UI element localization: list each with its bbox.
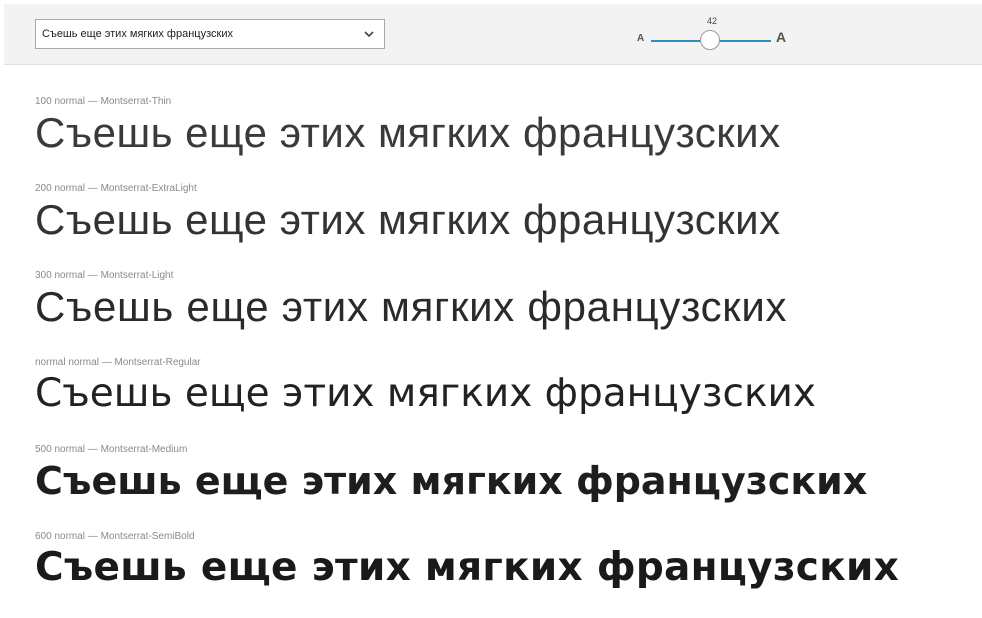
specimen-meta: 100 normal — Montserrat-Thin xyxy=(35,96,172,107)
specimen-row: 300 normal — Montserrat-Light Съешь еще … xyxy=(35,270,975,357)
specimen-row: 500 normal — Montserrat-Medium Съешь еще… xyxy=(35,444,975,531)
font-size-readout: 42 xyxy=(706,16,717,26)
specimen-row: normal normal — Montserrat-Regular Съешь… xyxy=(35,357,975,444)
specimen-row: 600 normal — Montserrat-SemiBold Съешь е… xyxy=(35,531,975,618)
specimen-sample: Съешь еще этих мягких французских xyxy=(35,109,781,156)
toolbar: Съешь еще этих мягких французских 42 A A xyxy=(4,4,982,65)
window-edge xyxy=(0,0,4,611)
slider-thumb[interactable] xyxy=(700,30,720,50)
specimen-sample: Съешь еще этих мягких французских xyxy=(35,545,900,590)
specimen-row: 200 normal — Montserrat-ExtraLight Съешь… xyxy=(35,183,975,270)
specimen-row: 100 normal — Montserrat-Thin Съешь еще э… xyxy=(35,96,975,183)
small-a-label: A xyxy=(637,33,645,44)
sample-text-select[interactable]: Съешь еще этих мягких французских xyxy=(35,19,385,49)
large-a-label: A xyxy=(776,29,787,45)
specimen-meta: 200 normal — Montserrat-ExtraLight xyxy=(35,183,197,194)
specimen-sample: Съешь еще этих мягких французских xyxy=(35,459,868,503)
specimen-meta: 300 normal — Montserrat-Light xyxy=(35,270,174,281)
specimen-sample: Съешь еще этих мягких французских xyxy=(35,196,781,243)
specimen-meta: normal normal — Montserrat-Regular xyxy=(35,357,201,368)
specimen-sample: Съешь еще этих мягких французских xyxy=(35,371,816,416)
specimen-meta: 600 normal — Montserrat-SemiBold xyxy=(35,531,195,542)
specimen-meta: 500 normal — Montserrat-Medium xyxy=(35,444,188,455)
font-specimen-list: 100 normal — Montserrat-Thin Съешь еще э… xyxy=(35,96,975,618)
specimen-sample: Съешь еще этих мягких французских xyxy=(35,283,788,330)
chevron-down-icon[interactable] xyxy=(362,27,376,41)
font-size-slider: 42 A A xyxy=(634,10,794,60)
sample-text-select-value: Съешь еще этих мягких французских xyxy=(42,28,233,40)
